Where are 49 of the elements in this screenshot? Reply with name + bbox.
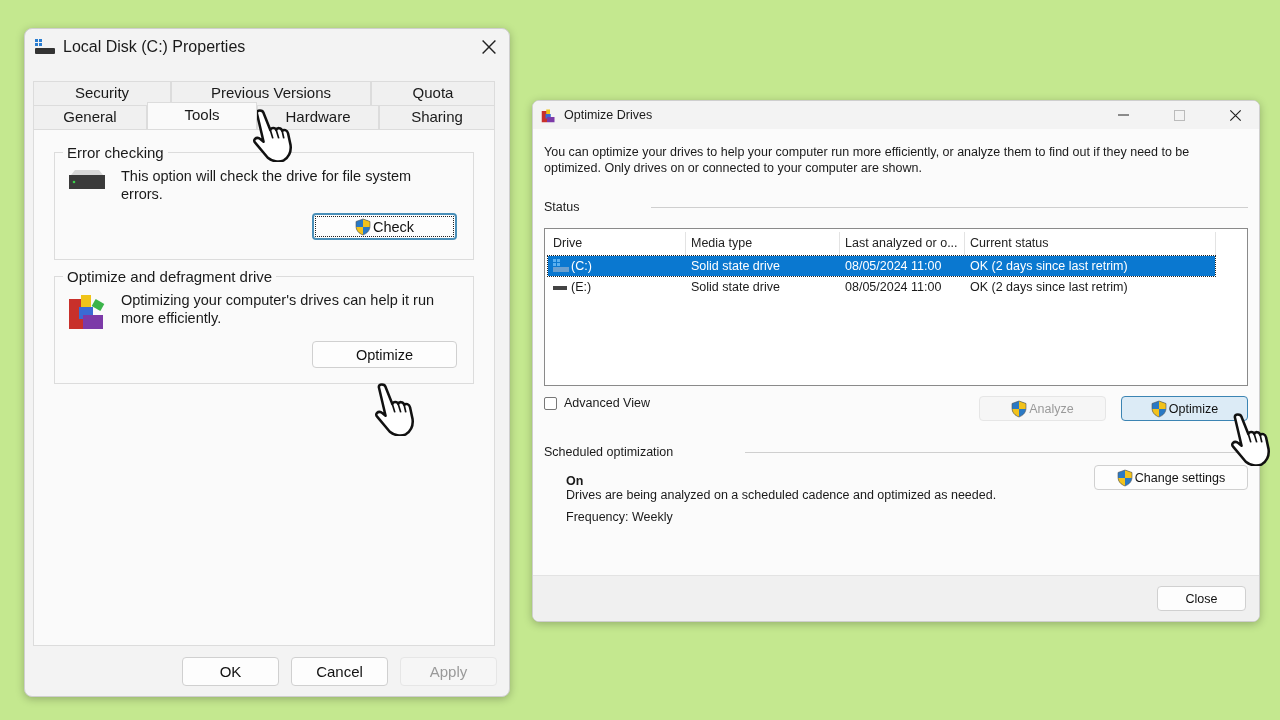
shield-icon: [1116, 468, 1133, 487]
table-cell: (C:): [571, 259, 592, 273]
description: Optimizing your computer's drives can help it run more efficiently.: [121, 291, 436, 327]
minimize-icon[interactable]: [1117, 114, 1129, 116]
window-title: Local Disk (C:) Properties: [63, 38, 247, 56]
tab[interactable]: Previous Versions: [171, 81, 371, 105]
table-cell: 08/05/2024 11:00: [845, 259, 942, 273]
tab[interactable]: Hardware: [257, 105, 379, 129]
shield-icon: [1150, 399, 1167, 418]
table-cell: 08/05/2024 11:00: [845, 280, 942, 294]
window-title: Optimize Drives: [564, 108, 654, 122]
checkbox[interactable]: [544, 396, 557, 410]
tab[interactable]: Security: [33, 81, 171, 105]
change-settings-button[interactable]: Change settings: [1094, 465, 1248, 490]
section-heading: Scheduled optimization: [544, 445, 674, 459]
group-heading: Error checking: [66, 144, 165, 161]
table-cell: Solid state drive: [691, 259, 780, 273]
hand-cursor-icon: [372, 382, 416, 436]
close-icon[interactable]: [481, 39, 497, 55]
close-button[interactable]: Close: [1157, 586, 1246, 611]
shield-icon: [1011, 399, 1028, 418]
tab[interactable]: Sharing: [379, 105, 495, 129]
action-button[interactable]: Optimize: [1121, 396, 1248, 421]
table-cell: Solid state drive: [691, 280, 780, 294]
table-cell: OK (2 days since last retrim): [970, 259, 1128, 273]
tab[interactable]: Tools: [147, 102, 257, 129]
drive-row[interactable]: (E:) Solid state drive 08/05/2024 11:00 OK (2 days since last retrim): [548, 277, 1215, 297]
group-button[interactable]: Check: [312, 213, 457, 240]
dialog-button[interactable]: OK: [182, 657, 279, 686]
table-cell: OK (2 days since last retrim): [970, 280, 1128, 294]
group-heading: Optimize and defragment drive: [66, 268, 274, 285]
tab[interactable]: Quota: [371, 81, 495, 105]
schedule-description: Drives are being analyzed on a scheduled cadence and optimized as needed.: [566, 488, 998, 502]
shield-icon: [354, 217, 371, 236]
group-button[interactable]: Optimize: [312, 341, 457, 368]
drive-row[interactable]: (C:) Solid state drive 08/05/2024 11:00 OK (2 days since last retrim): [548, 256, 1215, 276]
intro-text: You can optimize your drives to help your computer run more efficiently, or analyze them to find out if they need to be optimized. Only drives on or connected to your computer are shown.: [544, 144, 1191, 176]
schedule-state: On: [566, 473, 584, 488]
table-cell: (E:): [571, 280, 592, 294]
section-heading: Status: [544, 200, 580, 214]
checkbox-label[interactable]: Advanced View: [564, 396, 650, 410]
drive-icon: [35, 39, 55, 55]
close-icon[interactable]: [1228, 108, 1242, 122]
dialog-button[interactable]: Cancel: [291, 657, 388, 686]
tab[interactable]: General: [33, 105, 147, 129]
system-drive-icon: [553, 259, 569, 273]
schedule-frequency: Frequency: Weekly: [566, 510, 674, 524]
description: This option will check the drive for file system errors.: [121, 167, 413, 203]
defragment-icon: [541, 107, 556, 123]
